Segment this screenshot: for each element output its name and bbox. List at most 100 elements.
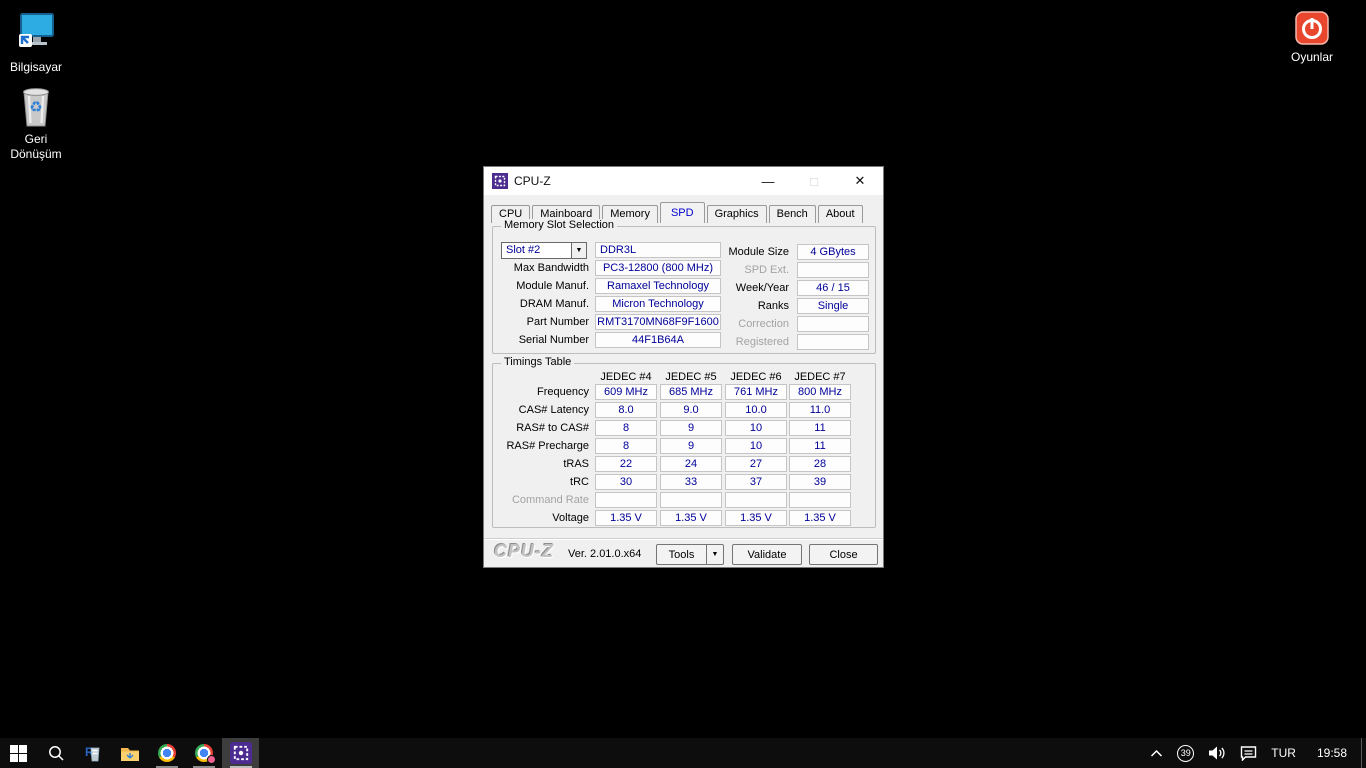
version-text: Ver. 2.01.0.x64 bbox=[568, 548, 642, 560]
system-tray: 39 TUR 19:58 bbox=[1143, 738, 1366, 768]
timing-cell: 9.0 bbox=[660, 402, 722, 418]
tray-chevron-up[interactable] bbox=[1143, 738, 1170, 768]
taskbar-chrome[interactable] bbox=[148, 738, 185, 768]
action-center-icon bbox=[1241, 746, 1257, 761]
tab-bench[interactable]: Bench bbox=[768, 205, 816, 223]
timing-cell: 9 bbox=[660, 438, 722, 454]
timing-cell: 24 bbox=[660, 456, 722, 472]
field-label: Week/Year bbox=[735, 282, 789, 294]
tab-about[interactable]: About bbox=[817, 205, 863, 223]
timing-cell: 11.0 bbox=[789, 402, 851, 418]
timings-table-group: Timings Table JEDEC #4 JEDEC #5 JEDEC #6… bbox=[492, 356, 876, 528]
chevron-up-icon bbox=[1151, 749, 1163, 757]
ranks-field: Single bbox=[797, 298, 869, 314]
row-label: RAS# Precharge bbox=[506, 440, 589, 452]
timing-cell: 8 bbox=[595, 420, 657, 436]
module-manuf-field: Ramaxel Technology bbox=[595, 278, 721, 294]
timing-cell: 761 MHz bbox=[725, 384, 787, 400]
tray-action-center[interactable] bbox=[1233, 738, 1264, 768]
desktop-icon-computer[interactable]: Bilgisayar bbox=[0, 8, 72, 75]
part-number-field: RMT3170MN68F9F1600 bbox=[595, 314, 721, 330]
r-glass-icon: R bbox=[85, 745, 99, 762]
group-title: Timings Table bbox=[501, 356, 575, 368]
chevron-down-icon[interactable]: ▼ bbox=[706, 545, 723, 564]
close-window-button[interactable]: Close bbox=[809, 544, 878, 565]
spd-ext-field bbox=[797, 262, 869, 278]
search-button[interactable] bbox=[37, 738, 74, 768]
desktop-icon-label: Geri Dönüşüm bbox=[10, 132, 62, 161]
timing-cell: 800 MHz bbox=[789, 384, 851, 400]
clock-time: 19:58 bbox=[1316, 746, 1347, 760]
desktop-icon-recycle-bin[interactable]: ♻ Geri Dönüşüm bbox=[0, 82, 72, 162]
recycle-bin-icon: ♻ bbox=[0, 82, 72, 128]
timing-cell bbox=[789, 492, 851, 508]
tray-volume[interactable] bbox=[1201, 738, 1233, 768]
computer-icon bbox=[0, 8, 72, 56]
field-label: Correction bbox=[738, 318, 789, 330]
field-label: Serial Number bbox=[518, 334, 589, 346]
timing-cell: 9 bbox=[660, 420, 722, 436]
timing-cell: 1.35 V bbox=[725, 510, 787, 526]
timing-cell: 10 bbox=[725, 438, 787, 454]
tray-language[interactable]: TUR bbox=[1264, 738, 1303, 768]
column-header: JEDEC #6 bbox=[730, 371, 782, 383]
titlebar[interactable]: CPU-Z — □ ✕ bbox=[484, 167, 883, 195]
row-label: tRC bbox=[570, 476, 589, 488]
taskbar-chrome-profile[interactable] bbox=[185, 738, 222, 768]
field-label: DRAM Manuf. bbox=[519, 298, 589, 310]
timing-cell: 1.35 V bbox=[660, 510, 722, 526]
tools-button[interactable]: Tools ▼ bbox=[656, 544, 724, 565]
timing-cell: 1.35 V bbox=[789, 510, 851, 526]
maximize-button: □ bbox=[810, 173, 818, 189]
timing-cell: 33 bbox=[660, 474, 722, 490]
tab-graphics[interactable]: Graphics bbox=[706, 205, 767, 223]
search-icon bbox=[48, 746, 64, 761]
cpuz-logo: CPU-Z bbox=[494, 541, 554, 561]
column-header: JEDEC #5 bbox=[665, 371, 717, 383]
timing-cell: 685 MHz bbox=[660, 384, 722, 400]
chrome-icon bbox=[157, 744, 176, 762]
timing-cell: 27 bbox=[725, 456, 787, 472]
language-label: TUR bbox=[1271, 746, 1296, 760]
timing-cell: 28 bbox=[789, 456, 851, 472]
tab-spd[interactable]: SPD bbox=[659, 202, 705, 223]
registered-field bbox=[797, 334, 869, 350]
row-label: Command Rate bbox=[511, 494, 589, 506]
max-bandwidth-field: PC3-12800 (800 MHz) bbox=[595, 260, 721, 276]
tray-badge-39[interactable]: 39 bbox=[1170, 738, 1201, 768]
row-label: Frequency bbox=[537, 386, 589, 398]
tools-button-label[interactable]: Tools bbox=[657, 545, 706, 564]
module-size-field: 4 GBytes bbox=[797, 244, 869, 260]
dram-manuf-field: Micron Technology bbox=[595, 296, 721, 312]
slot-select[interactable]: Slot #2 ▼ bbox=[501, 242, 587, 259]
cpuz-app-icon bbox=[492, 173, 508, 189]
timing-cell: 1.35 V bbox=[595, 510, 657, 526]
field-label: SPD Ext. bbox=[744, 264, 789, 276]
windows-logo-icon bbox=[10, 744, 27, 762]
minimize-button[interactable]: — bbox=[745, 167, 791, 195]
taskbar-app-r-glass[interactable]: R bbox=[74, 738, 111, 768]
timing-cell: 10.0 bbox=[725, 402, 787, 418]
show-desktop-button[interactable] bbox=[1361, 738, 1366, 768]
column-header: JEDEC #4 bbox=[600, 371, 652, 383]
window-title: CPU-Z bbox=[514, 174, 551, 188]
validate-button[interactable]: Validate bbox=[732, 544, 802, 565]
close-button[interactable]: ✕ bbox=[837, 167, 883, 195]
row-label: CAS# Latency bbox=[518, 404, 589, 416]
slot-select-value: Slot #2 bbox=[506, 244, 541, 256]
cpuz-icon bbox=[229, 742, 252, 764]
taskbar-file-explorer[interactable] bbox=[111, 738, 148, 768]
desktop-icon-oyunlar[interactable]: Oyunlar bbox=[1276, 8, 1348, 65]
memory-slot-selection-group: Memory Slot Selection Slot #2 ▼ DDR3L Ma… bbox=[492, 219, 876, 354]
week-year-field: 46 / 15 bbox=[797, 280, 869, 296]
timing-cell bbox=[595, 492, 657, 508]
column-header: JEDEC #7 bbox=[794, 371, 846, 383]
field-label: Module Manuf. bbox=[516, 280, 589, 292]
serial-number-field: 44F1B64A bbox=[595, 332, 721, 348]
chevron-down-icon[interactable]: ▼ bbox=[571, 243, 586, 258]
tray-clock[interactable]: 19:58 bbox=[1303, 738, 1361, 768]
start-button[interactable] bbox=[0, 738, 37, 768]
timing-cell: 11 bbox=[789, 420, 851, 436]
taskbar-cpuz[interactable] bbox=[222, 738, 259, 768]
field-label: Max Bandwidth bbox=[513, 262, 589, 274]
